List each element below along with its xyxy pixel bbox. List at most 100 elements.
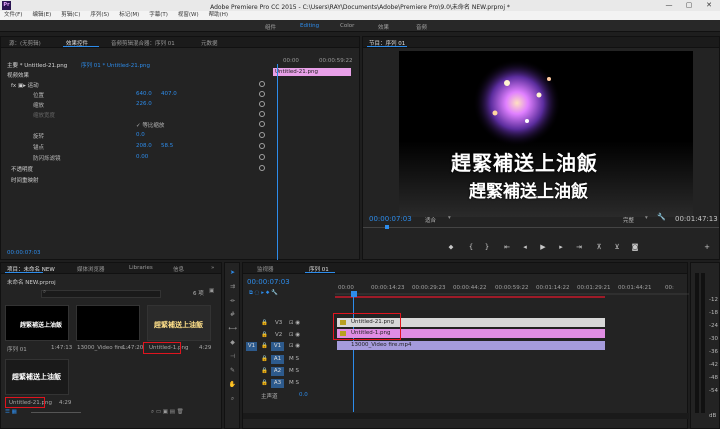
zoom-fit-dropdown[interactable]: 适合 xyxy=(425,216,436,224)
anchor-x-value[interactable]: 208.0 xyxy=(136,143,152,149)
lock-a1-icon[interactable]: 🔒 xyxy=(261,356,268,362)
tab-audio-clip-mixer[interactable]: 音频剪辑混合器：序列 01 xyxy=(111,39,175,47)
track-a1-label[interactable]: A1 xyxy=(271,355,284,364)
ec-footer-timecode[interactable]: 00:00:07:03 xyxy=(7,250,41,256)
quality-dropdown-arrow-icon[interactable]: ▾ xyxy=(645,215,648,221)
search-icon[interactable]: ⌕ xyxy=(43,289,46,296)
tab-source[interactable]: 源：(无剪辑) xyxy=(9,39,41,47)
thumb-untitled-1[interactable]: 趕緊補送上油飯 xyxy=(147,305,211,341)
track-select-tool-icon[interactable]: ⇉ xyxy=(229,283,236,290)
menu-help[interactable]: 帮助(H) xyxy=(209,11,228,20)
tab-info[interactable]: 信息 xyxy=(173,265,184,273)
snap-icon[interactable]: ⧉ ◌ ▸ ⬥ 🔧 xyxy=(249,290,278,297)
lock-v2-icon[interactable]: 🔒 xyxy=(261,332,268,338)
project-bottom-icons[interactable]: ⌕ ▭ ▣ ▤ 🗑 xyxy=(151,409,184,416)
lock-v1-icon[interactable]: 🔒 xyxy=(261,343,268,349)
menu-window[interactable]: 视窗(W) xyxy=(178,11,199,20)
scale-value[interactable]: 226.0 xyxy=(136,101,152,107)
reset-scale-width-icon[interactable] xyxy=(259,111,265,117)
wrench-icon[interactable]: 🔧 xyxy=(657,213,666,221)
position-y-value[interactable]: 407.0 xyxy=(161,91,177,97)
mark-out-icon[interactable]: } xyxy=(483,243,491,251)
master-clip-label[interactable]: 主要 * Untitled-21.png xyxy=(7,61,67,69)
mark-in-icon[interactable]: { xyxy=(467,243,475,251)
close-button[interactable]: ✕ xyxy=(700,0,718,11)
item-name-sequence[interactable]: 序列 01 xyxy=(7,345,27,353)
list-view-icon[interactable]: ☰ ▦ xyxy=(5,409,17,415)
zoom-dropdown-arrow-icon[interactable]: ▾ xyxy=(448,215,451,221)
project-search-input[interactable] xyxy=(41,290,161,298)
track-a2-label[interactable]: A2 xyxy=(271,367,284,376)
track-a1-toggles[interactable]: M S xyxy=(289,356,299,362)
reset-rotation-icon[interactable] xyxy=(259,132,265,138)
motion-effect[interactable]: fx ▣▸ 运动 xyxy=(11,81,39,89)
program-scrub-bar[interactable] xyxy=(363,227,719,228)
anchor-y-value[interactable]: 58.5 xyxy=(161,143,173,149)
menu-sequence[interactable]: 序列(S) xyxy=(90,11,109,20)
time-ruler[interactable]: 00:00 00:00:14:23 00:00:29:23 00:00:44:2… xyxy=(335,278,689,300)
add-marker-icon[interactable]: ⬥ xyxy=(447,243,455,252)
slip-tool-icon[interactable]: ⊣ xyxy=(229,353,236,360)
lock-a2-icon[interactable]: 🔒 xyxy=(261,368,268,374)
source-patch-v1[interactable]: V1 xyxy=(246,342,257,351)
clip-video-fire[interactable]: 13000_Video fire.mp4 xyxy=(337,341,605,350)
play-icon[interactable]: ▶ xyxy=(539,243,547,251)
uniform-scale-checkbox[interactable]: ✓ 等比缩放 xyxy=(136,121,164,129)
new-bin-icon[interactable]: ▣ xyxy=(209,288,214,294)
reset-antiflicker-icon[interactable] xyxy=(259,154,265,160)
zoom-tool-icon[interactable]: ⌕ xyxy=(229,395,236,402)
sequence-clip-label[interactable]: 序列 01 * Untitled-21.png xyxy=(81,61,150,69)
pen-tool-icon[interactable]: ✎ xyxy=(229,367,236,374)
track-v3-toggles[interactable]: ⊡ ◉ xyxy=(289,320,300,326)
workspace-editing[interactable]: Editing xyxy=(300,23,319,29)
menu-file[interactable]: 文件(F) xyxy=(4,11,22,20)
position-x-value[interactable]: 640.0 xyxy=(136,91,152,97)
reset-motion-icon[interactable] xyxy=(259,81,265,87)
track-a3-toggles[interactable]: M S xyxy=(289,380,299,386)
tab-media-browser[interactable]: 媒体浏览器 xyxy=(77,265,105,273)
workspace-audio[interactable]: 音频 xyxy=(416,23,427,31)
track-a3-label[interactable]: A3 xyxy=(271,379,284,388)
button-editor-icon[interactable]: + xyxy=(703,243,711,251)
go-to-in-icon[interactable]: ⇤ xyxy=(503,243,511,251)
tab-libraries[interactable]: Libraries xyxy=(129,265,153,271)
workspace-effects[interactable]: 效果 xyxy=(378,23,389,31)
lock-v3-icon[interactable]: 🔒 xyxy=(261,320,268,326)
tab-monitor[interactable]: 监视器 xyxy=(257,265,274,273)
timeline-playhead-handle[interactable] xyxy=(351,291,357,297)
selection-tool-icon[interactable]: ➤ xyxy=(229,269,236,276)
menu-title[interactable]: 字幕(T) xyxy=(149,11,168,20)
item-name-video[interactable]: 13000_Video fire... xyxy=(77,345,129,351)
quality-dropdown[interactable]: 完整 xyxy=(623,216,634,224)
menu-marker[interactable]: 标记(M) xyxy=(119,11,139,20)
step-back-icon[interactable]: ◂ xyxy=(521,243,529,251)
track-a2-toggles[interactable]: M S xyxy=(289,368,299,374)
hand-tool-icon[interactable]: ✋ xyxy=(229,381,236,388)
rotation-value[interactable]: 0.0 xyxy=(136,132,145,138)
track-v2-toggles[interactable]: ⊡ ◉ xyxy=(289,332,300,338)
reset-anchor-icon[interactable] xyxy=(259,143,265,149)
lift-icon[interactable]: ⊼ xyxy=(595,243,603,251)
ec-clip-bar[interactable]: Untitled-21.png xyxy=(273,68,351,76)
rate-stretch-tool-icon[interactable]: ⟷ xyxy=(228,325,237,332)
extract-icon[interactable]: ⊻ xyxy=(613,243,621,251)
reset-uniform-icon[interactable] xyxy=(259,121,265,127)
master-track-value[interactable]: 0.0 xyxy=(299,392,308,398)
track-v1-toggles[interactable]: ⊡ ◉ xyxy=(289,343,300,349)
step-forward-icon[interactable]: ▸ xyxy=(557,243,565,251)
antiflicker-value[interactable]: 0.00 xyxy=(136,154,148,160)
lock-a3-icon[interactable]: 🔒 xyxy=(261,380,268,386)
track-v3-label[interactable]: V3 xyxy=(275,320,282,326)
track-v1-label[interactable]: V1 xyxy=(271,342,284,351)
razor-tool-icon[interactable]: ◆ xyxy=(229,339,236,346)
export-frame-icon[interactable]: ◙ xyxy=(631,243,639,251)
ec-playhead[interactable] xyxy=(277,64,278,260)
thumb-video-fire[interactable] xyxy=(76,305,140,341)
program-playhead[interactable] xyxy=(385,225,389,229)
go-to-out-icon[interactable]: ⇥ xyxy=(575,243,583,251)
rolling-edit-tool-icon[interactable]: # xyxy=(229,311,236,318)
track-v2-label[interactable]: V2 xyxy=(275,332,282,338)
timeline-scrollbar[interactable] xyxy=(243,413,689,419)
reset-position-icon[interactable] xyxy=(259,91,265,97)
menu-edit[interactable]: 编辑(E) xyxy=(32,11,51,20)
